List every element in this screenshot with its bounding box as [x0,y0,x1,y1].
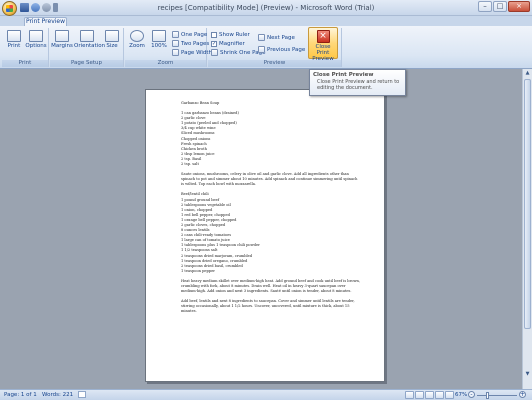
document-paragraph: Add beef, lentils and next 8 ingredients… [181,299,355,314]
group-label-print: Print [2,60,48,67]
orientation-button[interactable]: Orientation [74,29,105,58]
size-button[interactable]: Size [101,29,123,58]
options-button[interactable]: Options [25,29,47,58]
maximize-button[interactable]: □ [493,1,507,12]
page-setup-group: Margins Orientation Size Page Setup [50,28,124,67]
options-icon [29,30,43,42]
printer-icon [7,30,21,42]
document-page: Garbanzo Bean Soup 1 can garbanzo beans (… [145,89,385,382]
previous-page-button[interactable]: Previous Page [258,45,305,54]
next-page-icon [258,34,265,41]
zoom-slider-thumb[interactable] [486,392,489,399]
window-title: recipes [Compatibility Mode] (Preview) -… [157,4,375,12]
two-pages-button[interactable]: Two Pages [172,39,209,48]
magnifier-check[interactable]: ✓ [211,40,217,47]
scroll-up-icon[interactable]: ▲ [524,70,531,77]
web-layout-button[interactable] [425,391,434,399]
draft-view-button[interactable] [445,391,454,399]
zoom-100-icon [152,30,166,42]
zoom-slider[interactable] [477,395,517,396]
proofing-icon[interactable] [78,391,86,398]
one-page-button[interactable]: One Page [172,30,207,39]
title-bar: recipes [Compatibility Mode] (Preview) -… [0,0,532,16]
page-width-button[interactable]: Page Width [172,48,212,57]
one-page-icon [172,31,179,38]
magnifier-checkbox[interactable]: ✓ Magnifier [211,39,245,48]
scroll-thumb[interactable] [524,79,531,329]
margins-icon [55,30,69,42]
show-ruler-checkbox[interactable]: Show Ruler [211,30,250,39]
window-controls: – □ × [478,1,530,12]
ribbon-tab-strip: Print Preview [0,16,532,27]
group-label-page-setup: Page Setup [50,60,123,67]
next-page-button[interactable]: Next Page [258,33,295,42]
previous-page-icon [258,46,265,53]
vertical-scrollbar[interactable]: ▲ ▼ [522,69,532,389]
shrink-page-icon [211,49,218,56]
zoom-button[interactable]: Zoom [126,29,148,58]
two-pages-icon [172,40,179,47]
minimize-button[interactable]: – [478,1,492,12]
group-label-zoom: Zoom [125,60,206,67]
page-size-icon [105,30,119,42]
show-ruler-check[interactable] [211,31,217,38]
full-screen-reading-button[interactable] [415,391,424,399]
document-paragraph: Saute onions, mushrooms, celery in olive… [181,172,358,187]
magnifying-glass-icon [130,30,144,42]
zoom-in-icon[interactable]: + [519,391,526,398]
page-count[interactable]: Page: 1 of 1 [4,392,37,398]
scroll-down-icon[interactable]: ▼ [524,371,531,378]
tooltip-title: Close Print Preview [313,72,374,78]
close-preview-tooltip: Close Print Preview Close Print Preview … [309,69,406,96]
orientation-icon [80,30,94,42]
zoom-100-button[interactable]: 100% [148,29,170,58]
close-print-preview-button[interactable]: × Close Print Preview [308,27,338,62]
document-text: Garbanzo Bean Soup 1 can garbanzo beans (… [181,101,361,314]
print-layout-view-button[interactable] [405,391,414,399]
tooltip-body: Close Print Preview and return to editin… [317,79,400,91]
outline-view-button[interactable] [435,391,444,399]
print-group: Print Options Print [2,28,49,67]
word-count[interactable]: Words: 221 [42,392,73,398]
document-paragraph: Heat heavy medium skillet over medium-hi… [181,278,361,294]
zoom-out-icon[interactable]: - [468,391,475,398]
close-window-button[interactable]: × [508,1,530,12]
page-width-icon [172,49,179,56]
close-preview-icon: × [316,30,330,43]
zoom-group: Zoom 100% One Page Two Pages Page Width … [125,28,212,67]
ribbon: Print Options Print Margins Orientation … [0,26,532,69]
status-bar: Page: 1 of 1 Words: 221 67% - + [0,389,532,400]
print-button[interactable]: Print [3,29,25,58]
zoom-level[interactable]: 67% [455,392,467,398]
margins-button[interactable]: Margins [51,29,73,58]
